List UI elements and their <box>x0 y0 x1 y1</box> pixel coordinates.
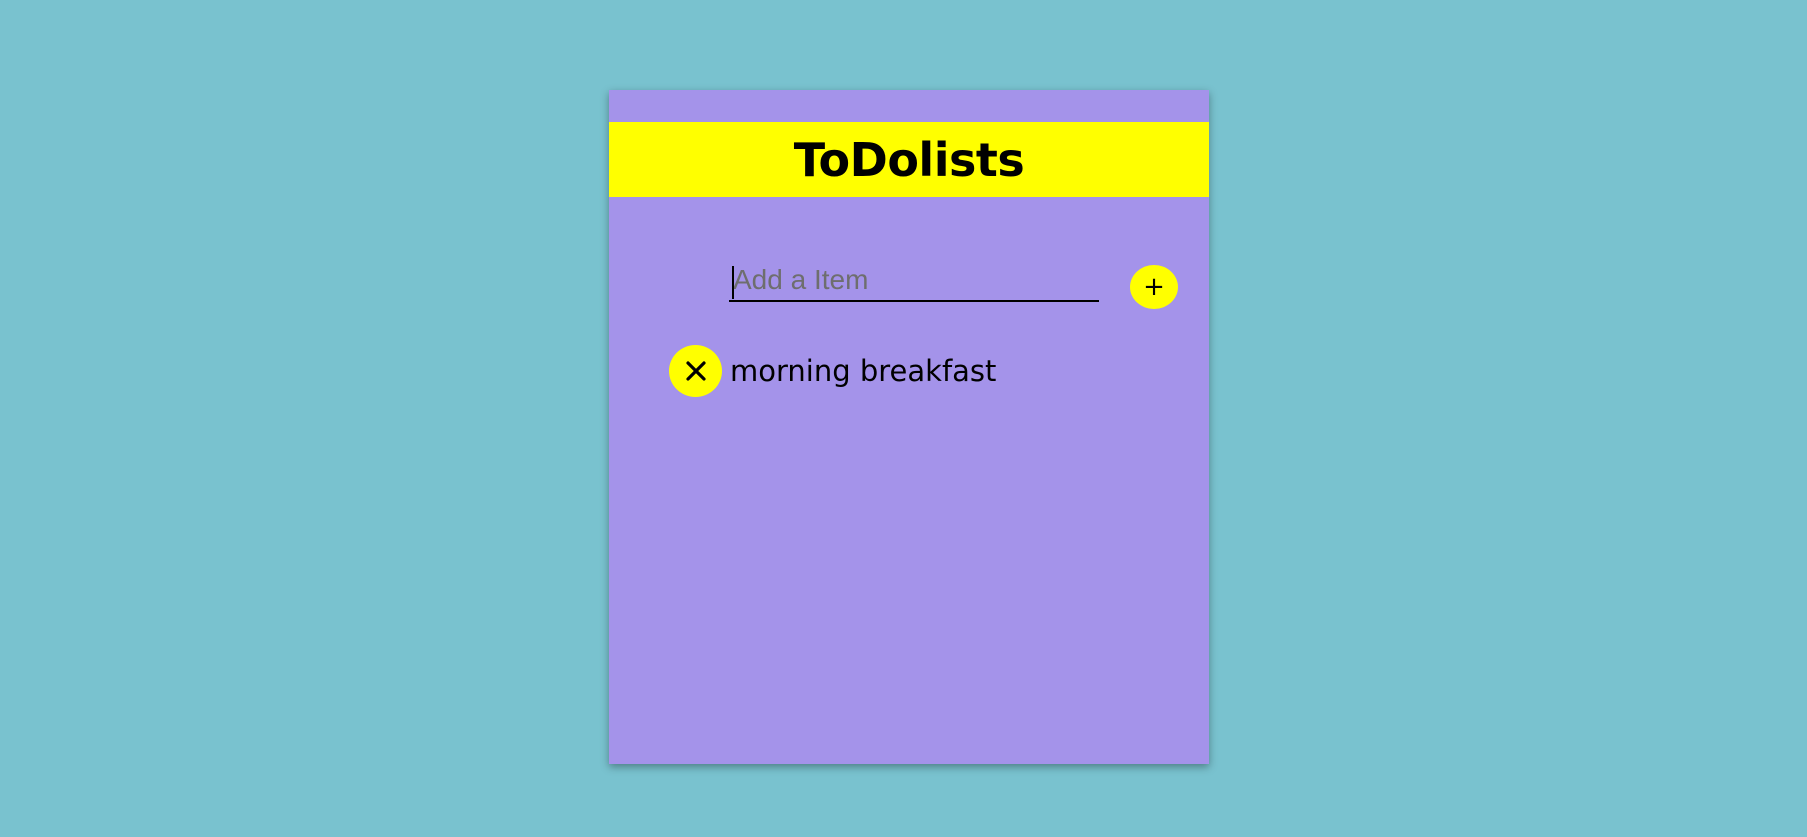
add-item-input[interactable] <box>729 260 1099 300</box>
todo-list: morning breakfast <box>669 345 1169 397</box>
close-icon <box>685 361 706 381</box>
plus-icon: + <box>1143 272 1165 302</box>
add-item-button[interactable]: + <box>1130 265 1178 309</box>
app-title: ToDolists <box>793 132 1025 187</box>
text-caret <box>732 266 734 299</box>
todo-card: ToDolists + morning breakfast <box>609 90 1209 764</box>
list-item-text: morning breakfast <box>730 354 997 388</box>
delete-item-button[interactable] <box>669 345 722 397</box>
add-item-field-wrapper <box>729 260 1099 302</box>
header-bar: ToDolists <box>609 122 1209 197</box>
list-item: morning breakfast <box>669 345 1169 397</box>
